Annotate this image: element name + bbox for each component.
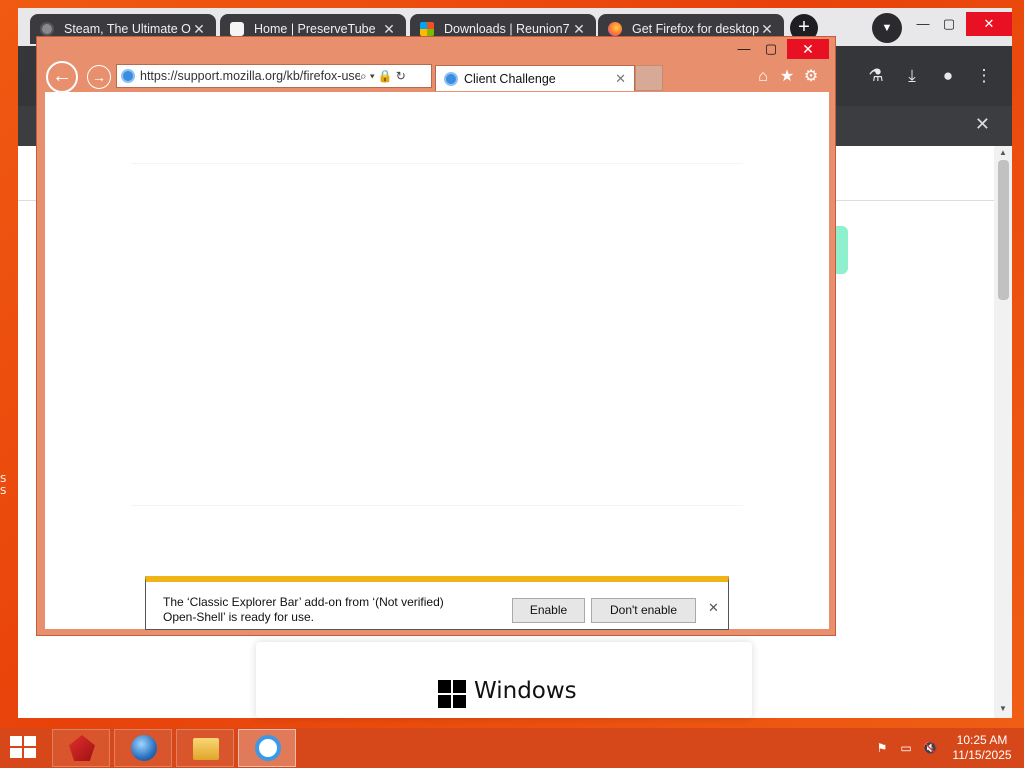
firefox-icon: [608, 22, 622, 36]
address-bar-icons[interactable]: ⌕▾🔒↻: [360, 69, 409, 84]
scrollbar[interactable]: ▲ ▼: [994, 146, 1012, 718]
home-icon[interactable]: ⌂: [753, 67, 773, 87]
labs-flask-icon[interactable]: ⚗: [864, 64, 888, 88]
ie-page-content: [45, 92, 829, 629]
scrollbar-thumb[interactable]: [998, 160, 1009, 300]
globe-icon: [131, 735, 157, 761]
close-icon[interactable]: ✕: [760, 21, 774, 38]
chrome-tab-label: Downloads | Reunion7: [444, 22, 570, 36]
back-button[interactable]: ←: [46, 61, 78, 93]
profile-icon[interactable]: ●: [936, 64, 960, 88]
address-bar[interactable]: ⌕▾🔒↻: [116, 64, 432, 88]
maximize-button[interactable]: ▢: [934, 12, 964, 36]
chevron-down-icon[interactable]: ▼: [872, 13, 902, 43]
taskbar-app-globe[interactable]: [114, 729, 172, 767]
new-tab-button[interactable]: [635, 65, 663, 91]
flag-icon[interactable]: ⚑: [874, 740, 890, 756]
close-icon[interactable]: ✕: [192, 21, 206, 38]
internet-explorer-icon: [255, 735, 281, 761]
divider: [131, 505, 743, 506]
close-icon[interactable]: ✕: [975, 114, 990, 135]
gear-icon[interactable]: ⚙: [801, 67, 821, 87]
star-icon[interactable]: ★: [777, 67, 797, 87]
desktop-edge-label: S: [0, 486, 7, 497]
scroll-up-icon[interactable]: ▲: [997, 148, 1009, 157]
clock-time: 10:25 AM: [956, 733, 1008, 747]
close-icon[interactable]: ✕: [708, 600, 719, 616]
minimize-button[interactable]: —: [733, 39, 755, 59]
dont-enable-button[interactable]: Don't enable: [591, 598, 696, 623]
taskbar-app-start-menu[interactable]: [52, 729, 110, 767]
divider: [131, 163, 743, 164]
chrome-tab-label: Steam, The Ultimate O: [64, 22, 191, 36]
ie-tab-client-challenge[interactable]: Client Challenge ✕: [435, 65, 635, 91]
ie-window: — ▢ ✕ ← → ⌕▾🔒↻ Client Challenge ✕ ⌂ ★ ⚙ …: [36, 36, 836, 636]
close-icon[interactable]: ✕: [382, 21, 396, 38]
chrome-tab-label: Home | PreserveTube: [254, 22, 376, 36]
ie-page-icon: [444, 71, 458, 86]
notification-line: The ‘Classic Explorer Bar’ add-on from ‘…: [163, 595, 444, 609]
forward-button[interactable]: →: [87, 65, 111, 89]
windows-start-icon[interactable]: [10, 736, 38, 760]
steam-icon: [40, 22, 54, 36]
close-icon[interactable]: ✕: [572, 21, 586, 38]
addon-notification-bar: The ‘Classic Explorer Bar’ add-on from ‘…: [145, 576, 729, 630]
scroll-down-icon[interactable]: ▼: [997, 704, 1009, 713]
taskbar-app-file-explorer[interactable]: [176, 729, 234, 767]
download-icon: [230, 22, 244, 36]
taskbar-app-internet-explorer[interactable]: [238, 729, 296, 767]
address-input[interactable]: [140, 69, 360, 83]
network-icon[interactable]: ▭: [898, 740, 914, 756]
download-icon[interactable]: ⤓: [900, 64, 924, 88]
ie-tab-label: Client Challenge: [464, 71, 556, 86]
ie-page-icon: [121, 69, 135, 83]
clock-date: 11/15/2025: [952, 748, 1012, 762]
windows-wordmark: Windows: [474, 678, 577, 704]
folder-icon: [193, 738, 219, 760]
close-button[interactable]: ✕: [787, 39, 829, 59]
close-icon[interactable]: ✕: [615, 71, 626, 87]
volume-muted-icon[interactable]: 🔇: [922, 740, 938, 756]
notification-line: Open-Shell’ is ready for use.: [163, 610, 314, 624]
close-button[interactable]: ✕: [966, 12, 1012, 36]
shell-icon: [69, 735, 95, 761]
notification-message: The ‘Classic Explorer Bar’ add-on from ‘…: [163, 595, 493, 625]
taskbar: ⚑ ▭ 🔇 10:25 AM 11/15/2025: [0, 728, 1024, 768]
maximize-button[interactable]: ▢: [759, 39, 783, 59]
menu-icon[interactable]: ⋮: [972, 64, 996, 88]
chrome-tab-label: Get Firefox for desktop: [632, 22, 760, 36]
windows-logo-icon: [438, 680, 466, 708]
enable-button[interactable]: Enable: [512, 598, 585, 623]
windows-flag-icon: [420, 22, 434, 36]
windows-card: Windows: [256, 642, 752, 718]
system-clock[interactable]: 10:25 AM 11/15/2025: [944, 733, 1020, 763]
